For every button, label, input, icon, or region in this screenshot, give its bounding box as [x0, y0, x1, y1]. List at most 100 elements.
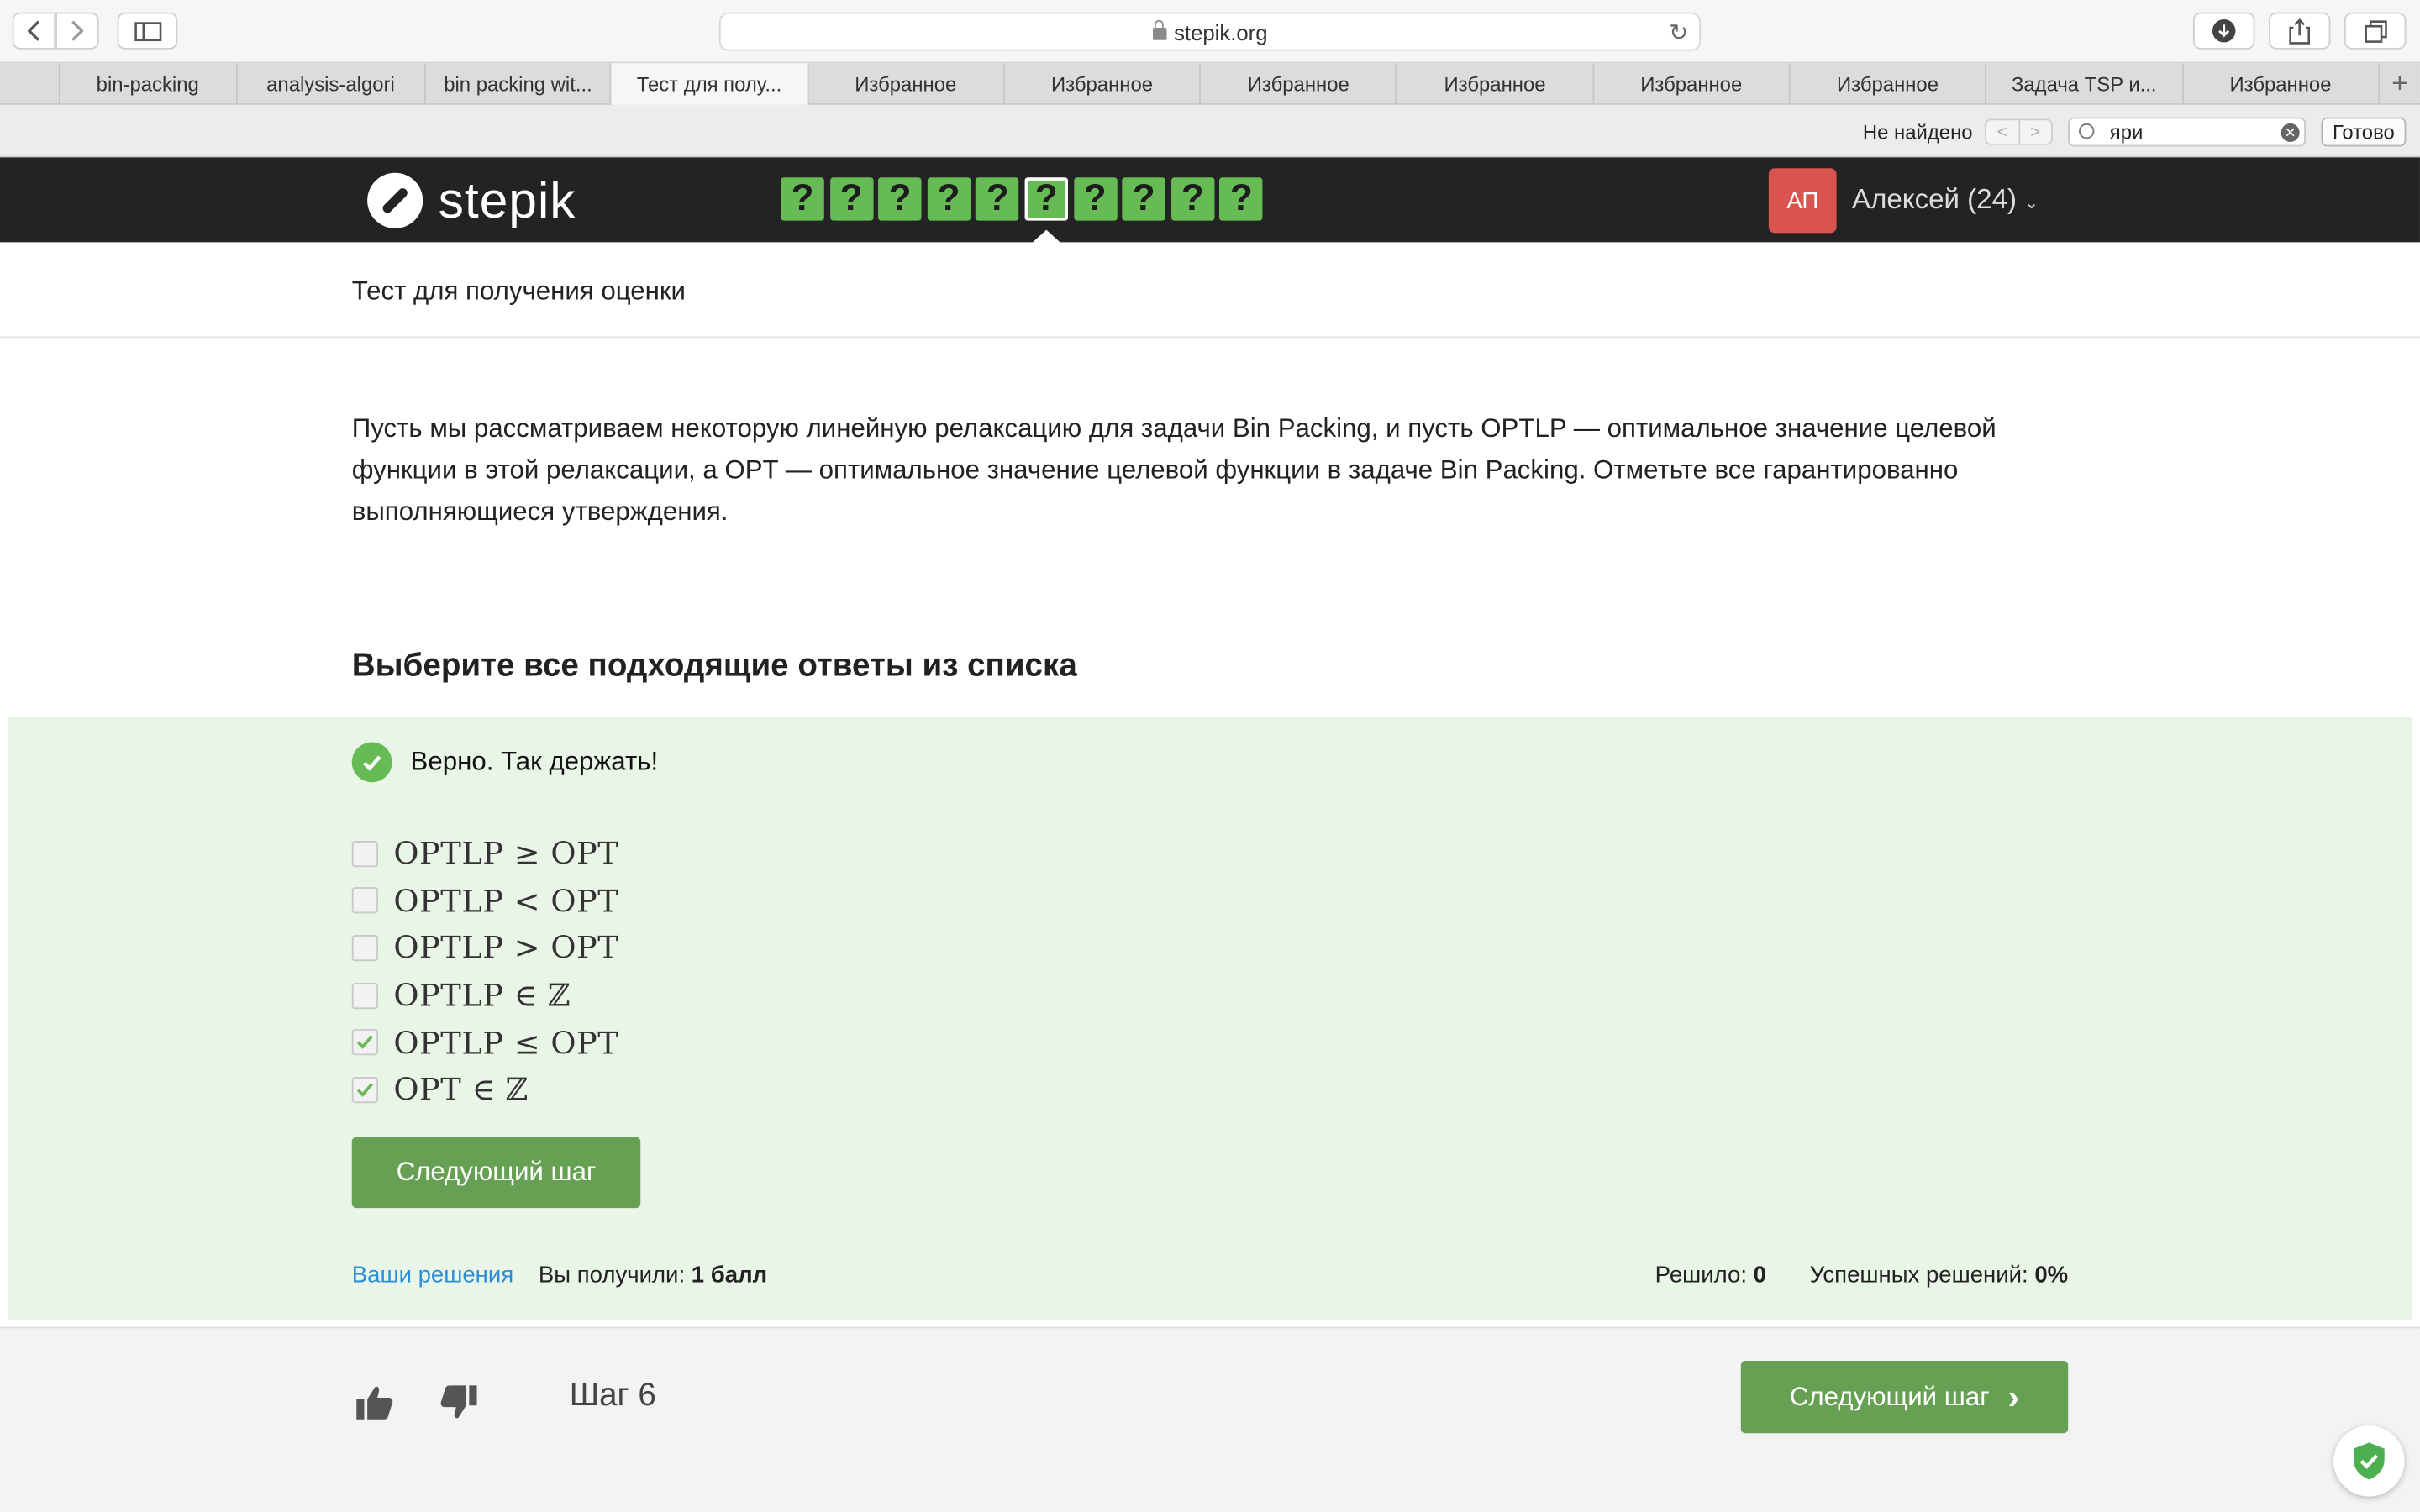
- lesson-bar: Тест для получения оценки: [0, 242, 2420, 339]
- step-navigation: ??????????: [781, 177, 1268, 221]
- find-prev-button[interactable]: <: [1986, 120, 2020, 144]
- next-step-button[interactable]: Следующий шаг: [351, 1137, 641, 1209]
- browser-tab[interactable]: Задача TSP и...: [1985, 63, 2181, 105]
- step-square[interactable]: ?: [1024, 177, 1068, 221]
- tabs-overview-button[interactable]: [2344, 12, 2407, 50]
- forward-button[interactable]: [55, 12, 99, 50]
- step-square[interactable]: ?: [1122, 177, 1165, 221]
- solved-label: Решило:: [1655, 1262, 1748, 1289]
- step-square[interactable]: ?: [781, 177, 824, 221]
- share-icon: [2289, 18, 2310, 44]
- stepik-logo[interactable]: stepik: [367, 171, 576, 230]
- option-label: OPTLP ∈ ℤ: [393, 976, 571, 1014]
- chevron-right-icon: [71, 20, 84, 41]
- address-bar[interactable]: stepik.org ↻: [718, 12, 1702, 51]
- answer-option[interactable]: OPTLP < OPT: [351, 877, 619, 924]
- find-done-button[interactable]: Готово: [2321, 117, 2407, 147]
- success-value: 0%: [2034, 1262, 2069, 1289]
- browser-tab[interactable]: Избранное: [1591, 63, 1789, 105]
- question-prompt: Выберите все подходящие ответы из списка: [351, 648, 1077, 684]
- answer-option[interactable]: OPT ∈ ℤ: [351, 1066, 619, 1113]
- browser-tab[interactable]: Избранное: [2181, 63, 2378, 105]
- sidebar-icon: [134, 21, 161, 41]
- browser-tab[interactable]: Тест для полу...: [610, 63, 807, 105]
- step-square[interactable]: ?: [1171, 177, 1215, 221]
- new-tab-button[interactable]: +: [2377, 63, 2420, 104]
- downloads-button[interactable]: [2192, 12, 2255, 50]
- score-label: Вы получили:: [538, 1262, 686, 1289]
- option-label: OPTLP ≤ OPT: [393, 1023, 619, 1062]
- footer-next-step-button[interactable]: Следующий шаг ›: [1740, 1360, 2069, 1434]
- question-text: Пусть мы рассматриваем некоторую линейну…: [351, 413, 1996, 527]
- dislike-button[interactable]: [439, 1383, 479, 1423]
- stepik-logo-icon: [367, 172, 424, 228]
- checkbox[interactable]: [351, 887, 378, 915]
- browser-tab[interactable]: Избранное: [1002, 63, 1200, 105]
- option-label: OPTLP ≥ OPT: [393, 835, 619, 873]
- browser-tab[interactable]: Избранное: [1199, 63, 1396, 105]
- browser-tab[interactable]: Избранное: [1396, 63, 1592, 105]
- like-button[interactable]: [355, 1383, 395, 1423]
- checkbox[interactable]: [351, 982, 378, 1009]
- thumbs-down-icon: [440, 1385, 477, 1419]
- browser-tab[interactable]: bin-packing: [58, 63, 236, 105]
- verdict: Верно. Так держать!: [351, 742, 658, 783]
- find-nav: < >: [1984, 118, 2053, 145]
- solve-stats: Решило: 0 Успешных решений: 0%: [1655, 1262, 2069, 1288]
- find-input[interactable]: яри ✕: [2068, 117, 2307, 147]
- tabs-icon: [2364, 19, 2386, 42]
- step-square[interactable]: ?: [1073, 177, 1117, 221]
- answer-option[interactable]: OPTLP ≥ OPT: [351, 830, 619, 877]
- score-value: 1 балл: [691, 1262, 768, 1289]
- correct-check-icon: [351, 742, 392, 783]
- answer-option[interactable]: OPTLP ∈ ℤ: [351, 972, 619, 1019]
- solved-value: 0: [1753, 1262, 1766, 1289]
- option-label: OPTLP > OPT: [393, 929, 619, 967]
- lesson-title: Тест для получения оценки: [351, 276, 687, 306]
- find-status: Не найдено: [1862, 120, 1973, 144]
- browser-tab[interactable]: Избранное: [806, 63, 1003, 105]
- share-button[interactable]: [2268, 12, 2331, 50]
- option-label: OPT ∈ ℤ: [393, 1071, 529, 1109]
- browser-tab[interactable]: Избранное: [1788, 63, 1986, 105]
- sidebar-toggle-button[interactable]: [117, 12, 178, 50]
- lock-icon: [1152, 18, 1166, 39]
- checkbox-checked[interactable]: [351, 1076, 378, 1103]
- checkbox-checked[interactable]: [351, 1029, 378, 1056]
- step-square[interactable]: ?: [976, 177, 1019, 221]
- back-button[interactable]: [12, 12, 56, 50]
- browser-toolbar: stepik.org ↻: [0, 0, 2420, 64]
- answer-option[interactable]: OPTLP ≤ OPT: [351, 1019, 619, 1066]
- find-query: яри: [2109, 120, 2144, 144]
- avatar[interactable]: АП: [1768, 168, 1837, 234]
- step-square[interactable]: ?: [878, 177, 922, 221]
- footer-next-label: Следующий шаг: [1789, 1381, 1990, 1411]
- tab-spacer: [0, 63, 59, 103]
- your-solutions-link[interactable]: Ваши решения: [352, 1262, 513, 1288]
- url-text: stepik.org: [1174, 18, 1268, 45]
- reload-icon[interactable]: ↻: [1669, 18, 1688, 46]
- find-bar: Не найдено < > яри ✕ Готово: [0, 104, 2420, 158]
- browser-tab[interactable]: bin packing wit...: [424, 63, 610, 105]
- clear-icon[interactable]: ✕: [2281, 123, 2300, 142]
- option-label: OPTLP < OPT: [393, 882, 619, 920]
- logo-text: stepik: [438, 171, 576, 228]
- success-label: Успешных решений:: [1809, 1262, 2028, 1289]
- step-square[interactable]: ?: [927, 177, 971, 221]
- step-square[interactable]: ?: [829, 177, 873, 221]
- answer-option[interactable]: OPTLP > OPT: [351, 925, 619, 972]
- thumbs-up-icon: [356, 1386, 393, 1420]
- step-square[interactable]: ?: [1219, 177, 1264, 221]
- site-header: stepik ?????????? АП Алексей (24) ⌄: [0, 157, 2420, 244]
- page-root: stepik.org ↻ bin-packing analysis-algori b…: [0, 0, 2420, 1512]
- submission-stats: Ваши решения Вы получили: 1 балл Решило:…: [352, 1262, 2068, 1288]
- checkbox[interactable]: [351, 935, 378, 962]
- browser-tab[interactable]: analysis-algori: [235, 63, 424, 105]
- chevron-down-icon: ⌄: [2024, 194, 2039, 213]
- chevron-left-icon: [27, 20, 40, 41]
- user-menu[interactable]: Алексей (24) ⌄: [1852, 184, 2039, 217]
- find-next-button[interactable]: >: [2019, 120, 2051, 144]
- checkbox[interactable]: [351, 840, 378, 867]
- tab-strip: bin-packing analysis-algori bin packing wi…: [0, 63, 2420, 105]
- security-shield-icon[interactable]: [2333, 1425, 2405, 1497]
